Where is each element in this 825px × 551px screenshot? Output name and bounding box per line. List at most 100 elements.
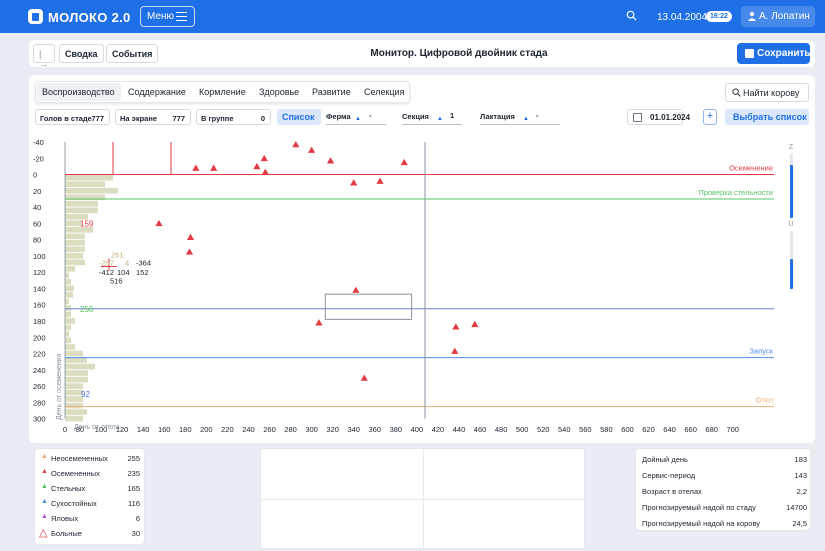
add-date-button[interactable]: +	[703, 109, 717, 125]
farm-value: -	[369, 111, 372, 120]
legend-label: Яловых	[51, 514, 79, 523]
stat-row: Возраст в отелах 2,2	[642, 486, 807, 498]
cow-point-triangle[interactable]	[192, 164, 200, 171]
tab-reproduction[interactable]: Воспроизводство	[42, 87, 115, 97]
save-button[interactable]: Сохранить	[737, 43, 811, 64]
group-value: 0	[260, 114, 265, 123]
histogram-bar	[65, 266, 75, 272]
histogram-bar	[65, 240, 85, 246]
y-tick-label: -40	[33, 138, 44, 147]
legend-value: 255	[127, 454, 140, 463]
cow-points[interactable]	[155, 140, 479, 381]
side-sliders[interactable]: ZU	[788, 144, 794, 289]
x-tick-label: 380	[390, 425, 403, 434]
search-icon[interactable]	[626, 10, 637, 21]
pick-list-button[interactable]: Выбрать список	[725, 109, 809, 125]
slider-z-label: Z	[789, 144, 794, 151]
cow-point-triangle[interactable]	[292, 140, 300, 148]
cow-point-triangle[interactable]	[350, 179, 358, 186]
user-icon	[748, 11, 756, 21]
cow-point-triangle[interactable]	[155, 219, 163, 227]
tab-health[interactable]: Здоровье	[259, 87, 299, 97]
cow-point-triangle[interactable]	[210, 164, 218, 171]
crosshair-value-label: 516	[110, 276, 123, 285]
cow-point-triangle[interactable]	[261, 168, 269, 175]
slider-z-fill[interactable]	[790, 165, 793, 218]
cow-point-triangle[interactable]	[376, 177, 384, 184]
cow-point-triangle[interactable]	[253, 162, 261, 170]
farm-label: Ферма	[326, 112, 351, 121]
cow-point-triangle[interactable]	[186, 233, 195, 241]
histogram-bar	[65, 246, 85, 253]
section-dropdown[interactable]: Секция ▲ 1	[402, 111, 462, 125]
histogram-count-label: 256	[80, 305, 94, 314]
tab-selection[interactable]: Селекция	[364, 87, 404, 97]
reproduction-chart[interactable]: -40-200204060801001201401601802002202402…	[29, 135, 815, 443]
y-tick-label: 0	[33, 171, 37, 180]
lactation-label: Лактация	[480, 112, 515, 121]
histogram-bar	[65, 415, 83, 422]
tab-development[interactable]: Развитие	[312, 87, 351, 97]
lactation-dropdown[interactable]: Лактация ▲ -	[480, 111, 560, 125]
user-menu-button[interactable]: А. Лопатин	[741, 6, 815, 27]
stat-label: Сервис-период	[642, 471, 696, 480]
selection-box[interactable]	[324, 293, 413, 320]
stat-value: 24,5	[792, 519, 807, 528]
histogram-bar	[65, 253, 83, 259]
cow-point-triangle[interactable]	[185, 248, 194, 255]
find-cow-button[interactable]: Найти корову	[725, 83, 809, 102]
stat-row: Прогнозируемый надой по стаду 14700	[642, 502, 807, 514]
cow-point-triangle[interactable]	[326, 157, 335, 164]
histogram-bar	[65, 305, 71, 311]
x-tick-label: 240	[242, 425, 255, 434]
list-button[interactable]: Список	[277, 109, 321, 125]
cow-point-triangle[interactable]	[352, 286, 360, 293]
lactation-value: -	[536, 111, 539, 120]
sort-arrow-icon: ▲	[437, 116, 443, 122]
farm-dropdown[interactable]: Ферма ▲ -	[326, 111, 386, 125]
legend-row[interactable]: △ Больные 30	[39, 527, 143, 540]
x-tick-label: 260	[263, 425, 276, 434]
legend-label: Осемененных	[51, 469, 100, 478]
cow-point-triangle[interactable]	[451, 347, 459, 354]
crosshair-value-label: 4	[125, 258, 129, 267]
cow-point-triangle[interactable]	[315, 319, 323, 326]
legend-row[interactable]: ▲ Сухостойных 116	[39, 498, 143, 510]
cow-point-triangle[interactable]	[260, 154, 268, 162]
farm-underline	[326, 124, 386, 125]
summary-button[interactable]: Сводка	[59, 44, 104, 63]
y-tick-label: 160	[33, 301, 46, 310]
tab-feeding[interactable]: Кормление	[199, 87, 246, 97]
date-picker[interactable]: 01.01.2024	[627, 109, 690, 125]
legend-row[interactable]: ▲ Неосемененных 255	[39, 453, 143, 465]
x-tick-label: 640	[663, 425, 676, 434]
group-count[interactable]: В группе 0	[196, 109, 271, 125]
x-tick-label: 660	[684, 425, 697, 434]
histogram-bar	[65, 402, 83, 409]
x-tick-label: 460	[474, 425, 487, 434]
y-axis-label: День от осеменения	[56, 353, 63, 420]
cow-point-triangle[interactable]	[471, 320, 479, 328]
legend-row[interactable]: ▲ Яловых 6	[39, 513, 143, 525]
x-tick-label: 320	[326, 425, 339, 434]
cow-point-triangle[interactable]	[400, 158, 408, 166]
histogram-bar	[65, 370, 88, 376]
cow-point-triangle[interactable]	[360, 374, 368, 381]
x-tick-label: 500	[516, 425, 529, 434]
cow-point-triangle[interactable]	[308, 146, 316, 153]
screen-label: На экране	[120, 114, 158, 123]
legend-row[interactable]: ▲ Осемененных 235	[39, 468, 143, 480]
collapse-sidebar-button[interactable]: |→	[33, 44, 55, 69]
histogram-bar	[65, 409, 87, 415]
y-tick-label: 120	[33, 268, 46, 277]
menu-button[interactable]: Меню	[140, 6, 195, 27]
sort-arrow-icon: ▲	[523, 116, 529, 122]
slider-u-fill[interactable]	[790, 259, 793, 289]
stat-label: Прогнозируемый надой на корову	[642, 519, 761, 528]
sub-toolbar: |→ Сводка События Монитор. Цифровой двой…	[29, 40, 815, 69]
cow-point-triangle[interactable]	[452, 323, 460, 330]
legend-row[interactable]: ▲ Стельных 165	[39, 483, 143, 495]
events-button[interactable]: События	[106, 44, 159, 63]
x-tick-label: 600	[621, 425, 634, 434]
tab-housing[interactable]: Соддержание	[128, 87, 186, 97]
